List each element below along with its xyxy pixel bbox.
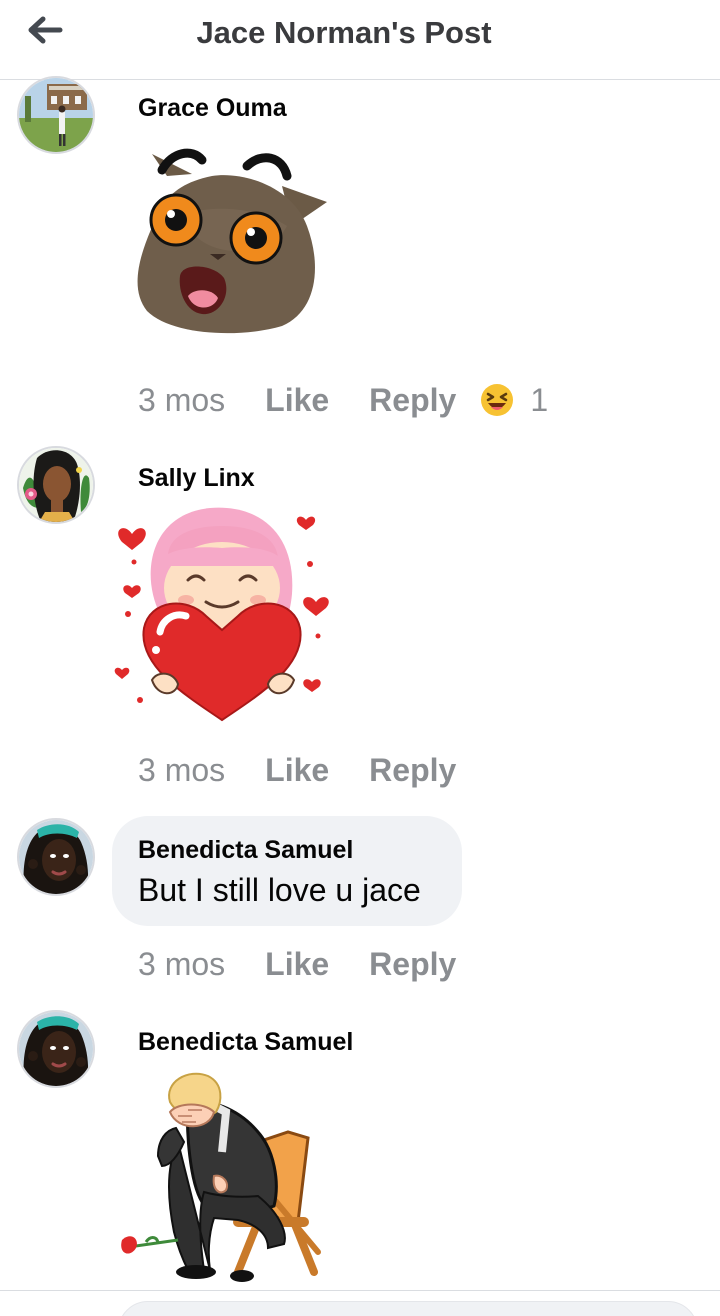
laughing-emoji-icon bbox=[481, 384, 514, 416]
comment-time[interactable]: 3 mos bbox=[138, 946, 225, 983]
avatar[interactable] bbox=[17, 1010, 95, 1088]
like-button[interactable]: Like bbox=[265, 382, 329, 419]
comment-actions: 3 mos Like Reply bbox=[138, 750, 456, 790]
surprised-cat-sticker bbox=[122, 146, 332, 336]
comment-author[interactable]: Grace Ouma bbox=[138, 94, 287, 123]
reply-button[interactable]: Reply bbox=[369, 752, 456, 789]
comment-text: But I still love u jace bbox=[138, 872, 421, 908]
avatar-photo bbox=[19, 1012, 93, 1086]
comment-bubble[interactable]: Benedicta Samuel But I still love u jace bbox=[112, 816, 462, 926]
comment-item: Benedicta Samuel bbox=[0, 1008, 720, 1290]
reply-button[interactable]: Reply bbox=[369, 946, 456, 983]
like-button[interactable]: Like bbox=[265, 752, 329, 789]
page-title: Jace Norman's Post bbox=[196, 15, 492, 50]
avatar-photo bbox=[19, 448, 93, 522]
reaction-count: 1 bbox=[530, 381, 549, 418]
comment-time[interactable]: 3 mos bbox=[138, 752, 225, 789]
comment-input[interactable] bbox=[118, 1301, 698, 1316]
comment-author[interactable]: Benedicta Samuel bbox=[138, 836, 353, 865]
comment-author[interactable]: Sally Linx bbox=[138, 464, 255, 493]
top-bar: Jace Norman's Post bbox=[0, 0, 720, 80]
avatar-photo bbox=[19, 820, 93, 894]
comment-actions: 3 mos Like Reply 1 bbox=[138, 380, 548, 420]
comment-author[interactable]: Benedicta Samuel bbox=[138, 1028, 353, 1057]
reaction-summary[interactable]: 1 bbox=[480, 382, 548, 419]
comment-item: Grace Ouma 3 mos Like Reply 1 bbox=[0, 76, 720, 430]
comment-actions: 3 mos Like Reply bbox=[138, 944, 456, 984]
reply-button[interactable]: Reply bbox=[369, 382, 456, 419]
comment-item: Sally Linx 3 mos Like Reply bbox=[0, 446, 720, 800]
girl-holding-heart-sticker bbox=[110, 504, 336, 726]
comment-time[interactable]: 3 mos bbox=[138, 382, 225, 419]
sad-man-on-chair-sticker bbox=[118, 1072, 332, 1286]
comments-screen: Jace Norman's Post Grace Ouma 3 mos Like… bbox=[0, 0, 720, 1316]
avatar-photo bbox=[19, 78, 93, 152]
like-button[interactable]: Like bbox=[265, 946, 329, 983]
avatar[interactable] bbox=[17, 76, 95, 154]
comment-item: Benedicta Samuel But I still love u jace… bbox=[0, 816, 720, 996]
avatar[interactable] bbox=[17, 446, 95, 524]
avatar[interactable] bbox=[17, 818, 95, 896]
comment-composer bbox=[0, 1290, 720, 1316]
